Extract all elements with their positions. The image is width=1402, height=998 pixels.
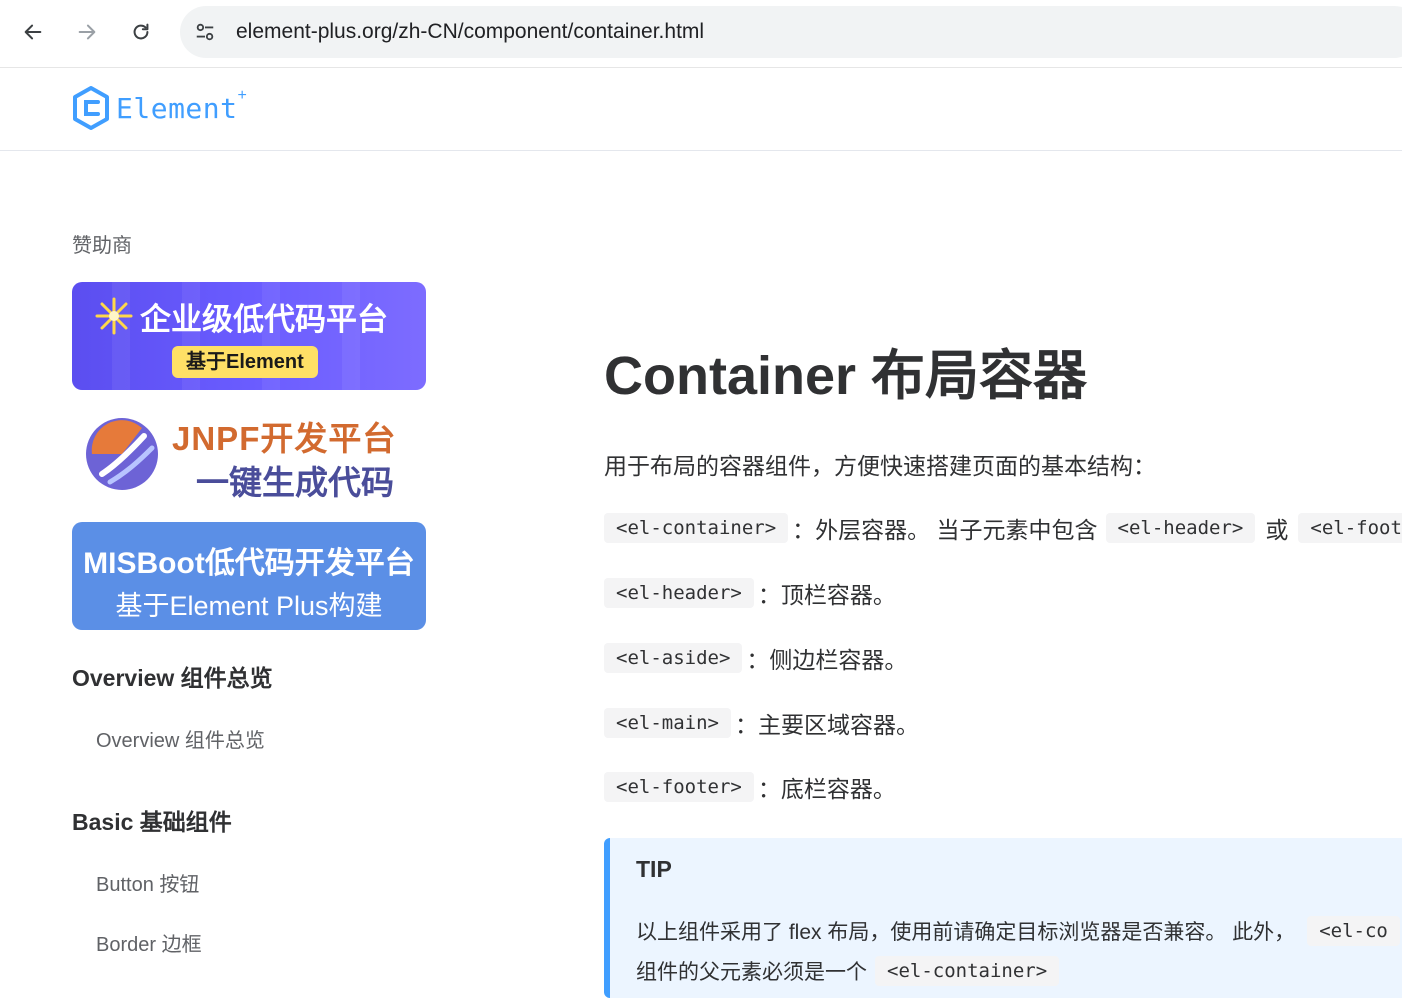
desc-text: ：外层容器。 当子元素中包含 <box>792 517 1098 543</box>
sponsor-banner-3[interactable]: MISBoot低代码开发平台 基于Element Plus构建 <box>72 522 426 630</box>
code-el-footer: <el-foot <box>1298 513 1402 543</box>
address-bar[interactable]: element-plus.org/zh-CN/component/contain… <box>180 6 1402 58</box>
tip-text: 以上组件采用了 flex 布局，使用前请确定目标浏览器是否兼容。 此外， <box>636 921 1296 944</box>
sparkle-icon <box>95 297 133 335</box>
logo-text: Element <box>116 91 238 125</box>
tip-code: <el-co <box>1307 916 1400 946</box>
banner2-line1: JNPF开发平台 <box>172 420 397 457</box>
banner1-title: 企业级低代码平台 <box>140 302 388 337</box>
desc-row-header: <el-header> ：顶栏容器。 <box>604 576 896 610</box>
sponsor-title: 赞助商 <box>72 235 132 257</box>
sidebar-item-button[interactable]: Button 按钮 <box>96 868 199 897</box>
site-logo[interactable]: Element + <box>72 86 247 130</box>
desc-row-main: <el-main> ：主要区域容器。 <box>604 706 919 740</box>
back-button[interactable] <box>15 14 51 50</box>
tip-code: <el-container> <box>875 956 1060 986</box>
code-el-header: <el-header> <box>604 578 754 608</box>
tip-title: TIP <box>636 856 672 882</box>
sponsor-banner-1[interactable]: 企业级低代码平台 基于Element <box>72 282 426 390</box>
desc-row-aside: <el-aside> ：侧边栏容器。 <box>604 641 907 675</box>
logo-superscript: + <box>237 87 247 104</box>
reload-button[interactable] <box>123 14 159 50</box>
desc-row-footer: <el-footer> ：底栏容器。 <box>604 770 896 804</box>
forward-button[interactable] <box>69 14 105 50</box>
browser-toolbar: element-plus.org/zh-CN/component/contain… <box>0 0 1402 68</box>
code-el-container: <el-container> <box>604 513 789 543</box>
nav-group-basic: Basic 基础组件 <box>72 809 232 835</box>
sidebar: 赞助商 企业级低代码平台 基于Element JNPF开发平台 一键生成代码 M… <box>0 151 540 978</box>
code-el-footer: <el-footer> <box>604 772 754 802</box>
reload-icon <box>133 23 149 40</box>
site-info-button[interactable] <box>192 19 218 45</box>
banner1-badge: 基于Element <box>172 346 318 378</box>
sponsor-banner-2[interactable]: JNPF开发平台 一键生成代码 <box>72 402 426 510</box>
jnpf-logo-icon <box>86 418 158 490</box>
banner3-line1: MISBoot低代码开发平台 <box>83 547 415 580</box>
tip-text-line2: 组件的父元素必须是一个 <el-container> <box>636 956 1060 986</box>
code-el-main: <el-main> <box>604 708 731 738</box>
desc-text: ：底栏容器。 <box>757 776 896 802</box>
desc-text: ：侧边栏容器。 <box>746 647 908 673</box>
nav-group-overview: Overview 组件总览 <box>72 665 273 691</box>
code-el-aside: <el-aside> <box>604 643 743 673</box>
tip-box: TIP 以上组件采用了 flex 布局，使用前请确定目标浏览器是否兼容。 此外，… <box>604 838 1402 998</box>
url-text[interactable]: element-plus.org/zh-CN/component/contain… <box>236 6 704 58</box>
desc-text-or: 或 <box>1265 517 1289 543</box>
main-content: Container 布局容器 用于布局的容器组件，方便快速搭建页面的基本结构： … <box>604 151 1402 998</box>
page-title: Container 布局容器 <box>604 346 1088 406</box>
site-header: Element + <box>0 68 1402 151</box>
code-el-header: <el-header> <box>1105 513 1256 543</box>
tune-icon <box>196 23 214 41</box>
tip-text: 组件的父元素必须是一个 <box>636 961 867 984</box>
tip-text-line1: 以上组件采用了 flex 布局，使用前请确定目标浏览器是否兼容。 此外， <el… <box>636 916 1400 946</box>
element-logo-icon <box>73 86 109 130</box>
intro-text: 用于布局的容器组件，方便快速搭建页面的基本结构： <box>604 453 1156 479</box>
desc-row-container: <el-container> ：外层容器。 当子元素中包含 <el-header… <box>604 511 1402 545</box>
sidebar-item-border[interactable]: Border 边框 <box>96 928 202 957</box>
sidebar-item-overview[interactable]: Overview 组件总览 <box>96 724 265 753</box>
banner2-line2: 一键生成代码 <box>196 464 394 501</box>
banner3-line2: 基于Element Plus构建 <box>115 591 383 621</box>
desc-text: ：主要区域容器。 <box>734 712 919 738</box>
desc-text: ：顶栏容器。 <box>757 582 896 608</box>
arrow-right-icon <box>78 24 96 40</box>
arrow-left-icon <box>24 24 42 40</box>
